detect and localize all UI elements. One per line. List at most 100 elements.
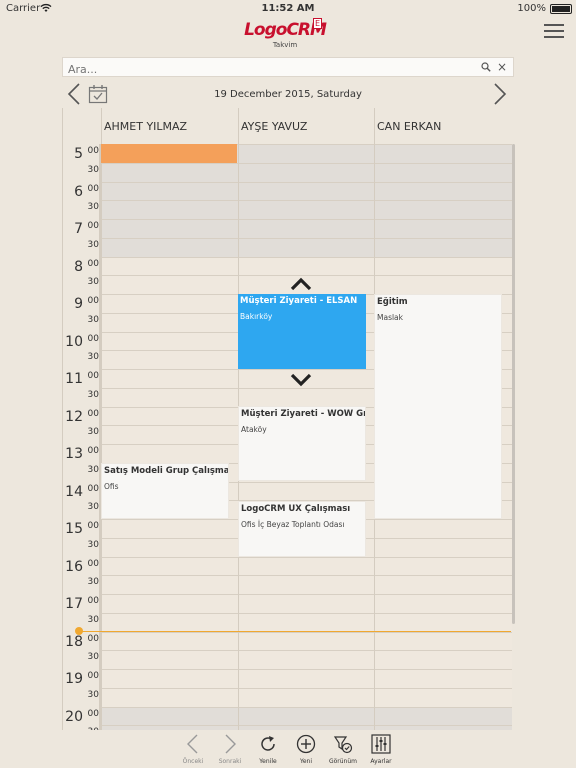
time-slot[interactable] xyxy=(238,556,374,576)
hour-label: 13 xyxy=(65,446,83,462)
time-slot[interactable] xyxy=(101,444,238,463)
time-slot[interactable] xyxy=(238,575,374,594)
search-icon[interactable] xyxy=(481,62,491,72)
time-slot[interactable] xyxy=(238,725,374,730)
resize-up-chevron-icon[interactable] xyxy=(289,276,313,292)
time-slot[interactable] xyxy=(374,575,512,594)
time-slot[interactable] xyxy=(101,706,238,726)
time-slot[interactable] xyxy=(374,594,512,613)
time-slot[interactable] xyxy=(238,162,374,182)
time-slot[interactable] xyxy=(101,387,238,407)
event-egitim[interactable]: Eğitim Maslak xyxy=(374,294,502,519)
clear-search-icon[interactable]: × xyxy=(497,60,507,74)
time-slot[interactable] xyxy=(238,612,374,632)
time-slot[interactable] xyxy=(101,556,238,576)
time-slot[interactable] xyxy=(238,594,374,613)
time-slot[interactable] xyxy=(101,275,238,294)
time-slot[interactable] xyxy=(101,294,238,313)
time-slot[interactable] xyxy=(101,181,238,201)
time-slot[interactable] xyxy=(101,669,238,688)
search-input[interactable] xyxy=(63,60,473,79)
event-location: Ofis İç Beyaz Toplantı Odası xyxy=(241,520,345,529)
time-slot[interactable] xyxy=(101,687,238,707)
time-slot[interactable] xyxy=(238,669,374,688)
time-slot[interactable] xyxy=(374,200,512,219)
time-slot[interactable] xyxy=(101,200,238,219)
time-slot[interactable] xyxy=(101,594,238,613)
time-slot[interactable] xyxy=(374,537,512,557)
time-slot[interactable] xyxy=(101,256,238,276)
minute-label: 00 xyxy=(87,371,99,381)
next-button[interactable]: Sonraki xyxy=(213,734,247,768)
time-slot[interactable] xyxy=(374,519,512,538)
time-slot[interactable] xyxy=(374,219,512,238)
time-slot[interactable] xyxy=(374,556,512,576)
next-day-icon[interactable] xyxy=(492,82,508,106)
time-slot[interactable] xyxy=(101,312,238,332)
time-slot[interactable] xyxy=(238,481,374,501)
time-slot[interactable] xyxy=(238,387,374,407)
minute-label: 00 xyxy=(87,408,99,419)
new-event-button[interactable]: Yeni xyxy=(289,734,323,768)
time-slot[interactable] xyxy=(101,612,238,632)
event-title: Müşteri Ziyareti - ELSAN xyxy=(240,296,358,306)
day-calendar-grid[interactable]: AHMET YILMAZ AYŞE YAVUZ CAN ERKAN 00 30 5 0… xyxy=(62,108,515,730)
hour-label: 5 xyxy=(74,146,83,162)
time-slot[interactable] xyxy=(101,162,238,182)
time-slot[interactable] xyxy=(374,162,512,182)
event-musteri-ziyareti-elsan[interactable]: Müşteri Ziyareti - ELSAN Bakırköy xyxy=(238,294,366,369)
time-slot[interactable] xyxy=(101,519,238,538)
status-time: 11:52 AM xyxy=(261,3,315,14)
previous-button-label: Önceki xyxy=(182,758,204,765)
hamburger-menu-icon[interactable] xyxy=(544,24,564,40)
time-slot[interactable] xyxy=(238,706,374,726)
app-logo: LogoCRM E Takvim xyxy=(240,18,330,50)
time-slot[interactable] xyxy=(238,181,374,201)
time-slot[interactable] xyxy=(374,687,512,707)
time-slot[interactable] xyxy=(101,331,238,351)
time-slot[interactable] xyxy=(238,687,374,707)
time-slot[interactable] xyxy=(101,725,238,730)
time-slot[interactable] xyxy=(374,669,512,688)
resize-down-chevron-icon[interactable] xyxy=(289,372,313,388)
event-logocrm-ux-calismasi[interactable]: LogoCRM UX Çalışması Ofis İç Beyaz Topla… xyxy=(238,501,366,557)
time-slot[interactable] xyxy=(238,631,374,651)
time-slot[interactable] xyxy=(374,725,512,730)
time-slot[interactable] xyxy=(374,144,512,163)
previous-button[interactable]: Önceki xyxy=(176,734,210,768)
time-slot[interactable] xyxy=(101,631,238,651)
event-ahmet-yilmaz-05-00[interactable] xyxy=(101,144,237,163)
minute-label: 00 xyxy=(87,296,99,306)
time-slot[interactable] xyxy=(101,369,238,388)
time-slot[interactable] xyxy=(374,706,512,726)
event-satis-modeli-grup-calismasi[interactable]: Satış Modeli Grup Çalışması Ofis xyxy=(101,463,229,519)
time-slot[interactable] xyxy=(101,219,238,238)
time-slot[interactable] xyxy=(374,612,512,632)
time-slot[interactable] xyxy=(374,237,512,257)
time-slot[interactable] xyxy=(374,275,512,294)
time-slot[interactable] xyxy=(374,181,512,201)
time-slot[interactable] xyxy=(101,350,238,369)
time-slot[interactable] xyxy=(374,631,512,651)
time-slot[interactable] xyxy=(101,650,238,669)
time-slot[interactable] xyxy=(374,650,512,669)
time-slot[interactable] xyxy=(238,650,374,669)
time-slot[interactable] xyxy=(374,256,512,276)
minute-label: 30 xyxy=(87,427,99,438)
hour-label: 11 xyxy=(65,371,83,387)
event-musteri-ziyareti-wow[interactable]: Müşteri Ziyareti - WOW Grand Ataköy xyxy=(238,406,366,481)
view-button[interactable]: Görünüm xyxy=(326,734,360,768)
time-slot[interactable] xyxy=(238,256,374,276)
time-slot[interactable] xyxy=(238,144,374,163)
time-slot[interactable] xyxy=(101,406,238,426)
vertical-scrollbar[interactable] xyxy=(512,144,515,624)
time-slot[interactable] xyxy=(101,237,238,257)
time-slot[interactable] xyxy=(238,200,374,219)
time-slot[interactable] xyxy=(238,219,374,238)
time-slot[interactable] xyxy=(101,425,238,444)
time-slot[interactable] xyxy=(101,575,238,594)
refresh-button[interactable]: Yenile xyxy=(251,734,285,768)
time-slot[interactable] xyxy=(238,237,374,257)
time-slot[interactable] xyxy=(101,537,238,557)
settings-button[interactable]: Ayarlar xyxy=(364,734,398,768)
